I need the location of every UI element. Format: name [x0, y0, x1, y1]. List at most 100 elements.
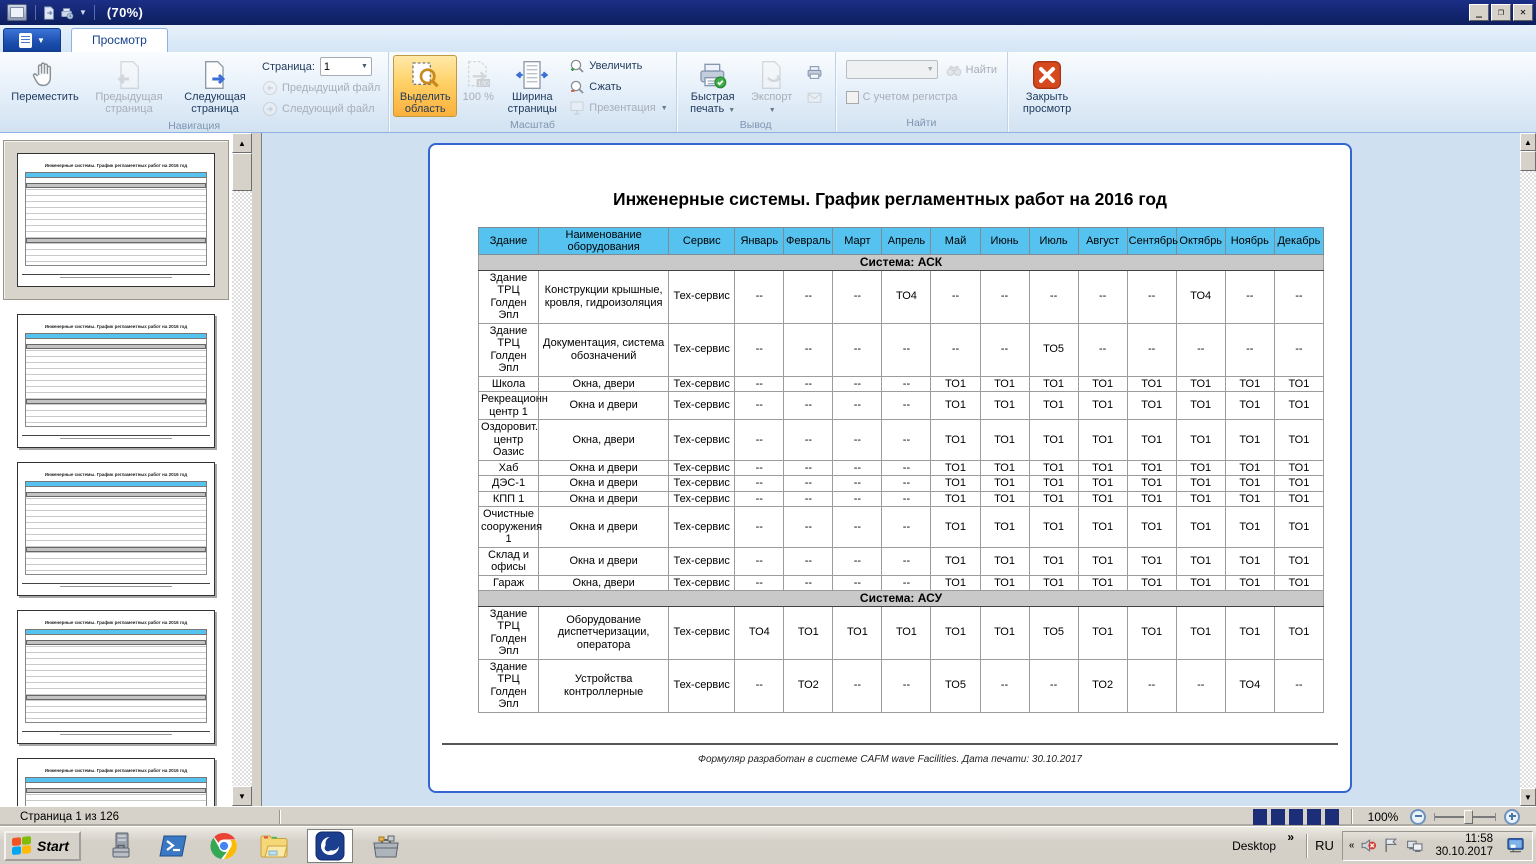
quick-print-button[interactable]: Быстрая печать ▼ — [681, 55, 745, 119]
chevron-more-icon[interactable]: » — [1287, 830, 1294, 844]
volume-muted-icon[interactable] — [1360, 837, 1377, 854]
page-width-button[interactable]: Ширина страницы — [499, 55, 565, 117]
scrollbar-thumb[interactable] — [1520, 151, 1536, 171]
taskbar-toolbox-icon[interactable] — [369, 830, 403, 862]
print-dialog-button[interactable] — [803, 61, 827, 83]
table-cell: -- — [832, 546, 883, 576]
slider-thumb[interactable] — [1464, 809, 1473, 824]
scroll-down-icon[interactable]: ▼ — [1520, 788, 1536, 806]
taskbar-wave-facilities-icon[interactable] — [306, 828, 353, 863]
page-thumbnail[interactable]: Инженерные системы. График регламентных … — [17, 462, 215, 596]
next-file-button[interactable]: Следующий файл — [262, 100, 380, 118]
move-button[interactable]: Переместить — [4, 55, 86, 105]
tab-view[interactable]: Просмотр — [71, 28, 168, 52]
page-thumbnail[interactable]: Инженерные системы. График регламентных … — [3, 140, 229, 300]
page-thumbnail[interactable]: Инженерные системы. График регламентных … — [17, 610, 215, 744]
table-cell: ТО1 — [1224, 574, 1275, 591]
zoom-in-icon[interactable] — [1504, 808, 1520, 825]
quick-access-print-icon[interactable] — [58, 4, 76, 21]
scroll-up-icon[interactable]: ▲ — [232, 133, 252, 153]
page-layout-square[interactable] — [1253, 808, 1267, 825]
scroll-down-icon[interactable]: ▼ — [232, 786, 252, 806]
close-button[interactable]: ✕ — [1513, 4, 1533, 21]
page-layout-square[interactable] — [1307, 808, 1321, 825]
column-header: Декабрь — [1273, 227, 1325, 255]
table-cell: ТО1 — [1224, 375, 1275, 392]
taskbar-system-tools-icon[interactable] — [107, 830, 141, 862]
page-number-combobox[interactable]: 1 ▼ — [319, 57, 372, 76]
select-area-icon — [412, 62, 440, 88]
circle-arrow-right-icon — [263, 102, 277, 116]
show-desktop-icon[interactable] — [1507, 837, 1524, 854]
table-row: Здание ТРЦ Голден Эпл Устройства контролл… — [477, 658, 1325, 713]
table-cell: Окна, двери — [538, 419, 670, 461]
desktop-toolbar[interactable]: Desktop » — [1232, 830, 1298, 853]
zoom-in-button[interactable]: Увеличить — [569, 57, 667, 75]
presentation-button[interactable]: Презентация ▼ — [569, 99, 668, 117]
table-cell: ТО1 — [1028, 574, 1079, 591]
close-preview-button[interactable]: Закрыть просмотр — [1012, 55, 1082, 117]
page-layout-square[interactable] — [1271, 808, 1285, 825]
application-window: ▼ (70%) _ ❐ ✕ ▼ Просмотр Переместить Пре… — [0, 0, 1536, 864]
table-cell: ТО1 — [1175, 506, 1226, 548]
match-case-checkbox[interactable]: С учетом регистра — [845, 88, 957, 106]
minimize-button[interactable]: _ — [1469, 4, 1489, 21]
table-cell: ТО1 — [1273, 506, 1325, 548]
scroll-up-icon[interactable]: ▲ — [1520, 133, 1536, 151]
thumbnail-scrollbar[interactable]: ▲ ▼ — [232, 133, 252, 806]
taskbar: Start Desktop » RU « 11:58 30.10.2017 — [0, 826, 1536, 864]
application-menu-button[interactable]: ▼ — [3, 28, 61, 52]
column-header: Сентябрь — [1126, 227, 1178, 255]
table-cell: -- — [979, 322, 1030, 377]
restore-button[interactable]: ❐ — [1491, 4, 1511, 21]
zoom-100-button[interactable]: 100 100 % — [457, 55, 499, 105]
tray-expand-icon[interactable]: « — [1349, 840, 1355, 851]
app-icon[interactable] — [7, 4, 27, 21]
table-cell: Документация, система обозначений — [538, 322, 670, 377]
preview-scrollbar[interactable]: ▲ ▼ — [1520, 133, 1536, 806]
table-cell: ТО1 — [979, 375, 1030, 392]
taskbar-powershell-icon[interactable] — [157, 830, 191, 862]
previous-file-button[interactable]: Предыдущий файл — [262, 79, 380, 97]
page-layout-square[interactable] — [1289, 808, 1303, 825]
taskbar-chrome-icon[interactable] — [207, 830, 241, 862]
zoom-out-icon[interactable] — [1410, 808, 1426, 825]
scrollbar-thumb[interactable] — [232, 153, 252, 191]
table-cell: -- — [1224, 269, 1275, 324]
previous-page-button[interactable]: Предыдущая страница — [86, 55, 172, 117]
next-page-button[interactable]: Следующая страница — [172, 55, 258, 117]
export-button[interactable]: Экспорт ▼ — [745, 55, 799, 119]
send-email-button[interactable] — [803, 86, 827, 108]
quick-access-dropdown-icon[interactable]: ▼ — [76, 8, 90, 17]
language-indicator[interactable]: RU — [1315, 838, 1334, 853]
table-cell: -- — [783, 459, 834, 476]
panel-splitter[interactable] — [252, 133, 262, 806]
table-cell: -- — [832, 322, 883, 377]
table-cell: -- — [734, 322, 785, 377]
start-button[interactable]: Start — [4, 830, 81, 861]
page-thumbnail[interactable]: Инженерные системы. График регламентных … — [17, 758, 215, 806]
select-area-button[interactable]: Выделить область — [393, 55, 458, 117]
find-button[interactable]: Найти — [946, 61, 997, 79]
page-thumbnail[interactable]: Инженерные системы. График регламентных … — [17, 314, 215, 448]
table-cell: -- — [1077, 322, 1128, 377]
table-cell: Здание ТРЦ Голден Эпл — [477, 322, 540, 377]
circle-arrow-left-icon — [263, 81, 277, 95]
hand-icon — [32, 62, 52, 87]
table-row: Рекреационн центр 1 Окна и двери Тех-серви… — [477, 391, 1325, 420]
flag-icon[interactable] — [1383, 837, 1400, 854]
table-row: Здание ТРЦ Голден Эпл Конструкции крышные… — [477, 269, 1325, 324]
zoom-slider[interactable] — [1434, 809, 1496, 825]
search-combobox[interactable]: ▼ — [845, 60, 938, 79]
taskbar-file-explorer-icon[interactable] — [257, 830, 291, 862]
table-cell: Конструкции крышные, кровля, гидроизоляц… — [538, 269, 670, 324]
quick-access-export-icon[interactable] — [40, 4, 58, 21]
zoom-percentage: 100% — [1367, 809, 1399, 824]
page-layout-square[interactable] — [1325, 808, 1339, 825]
column-header: Июнь — [979, 227, 1030, 255]
group-label-navigation: Навигация — [168, 120, 221, 132]
zoom-out-button[interactable]: Сжать — [569, 78, 667, 96]
binoculars-icon — [946, 65, 962, 76]
network-icon[interactable] — [1406, 837, 1423, 854]
table-cell: -- — [832, 475, 883, 492]
